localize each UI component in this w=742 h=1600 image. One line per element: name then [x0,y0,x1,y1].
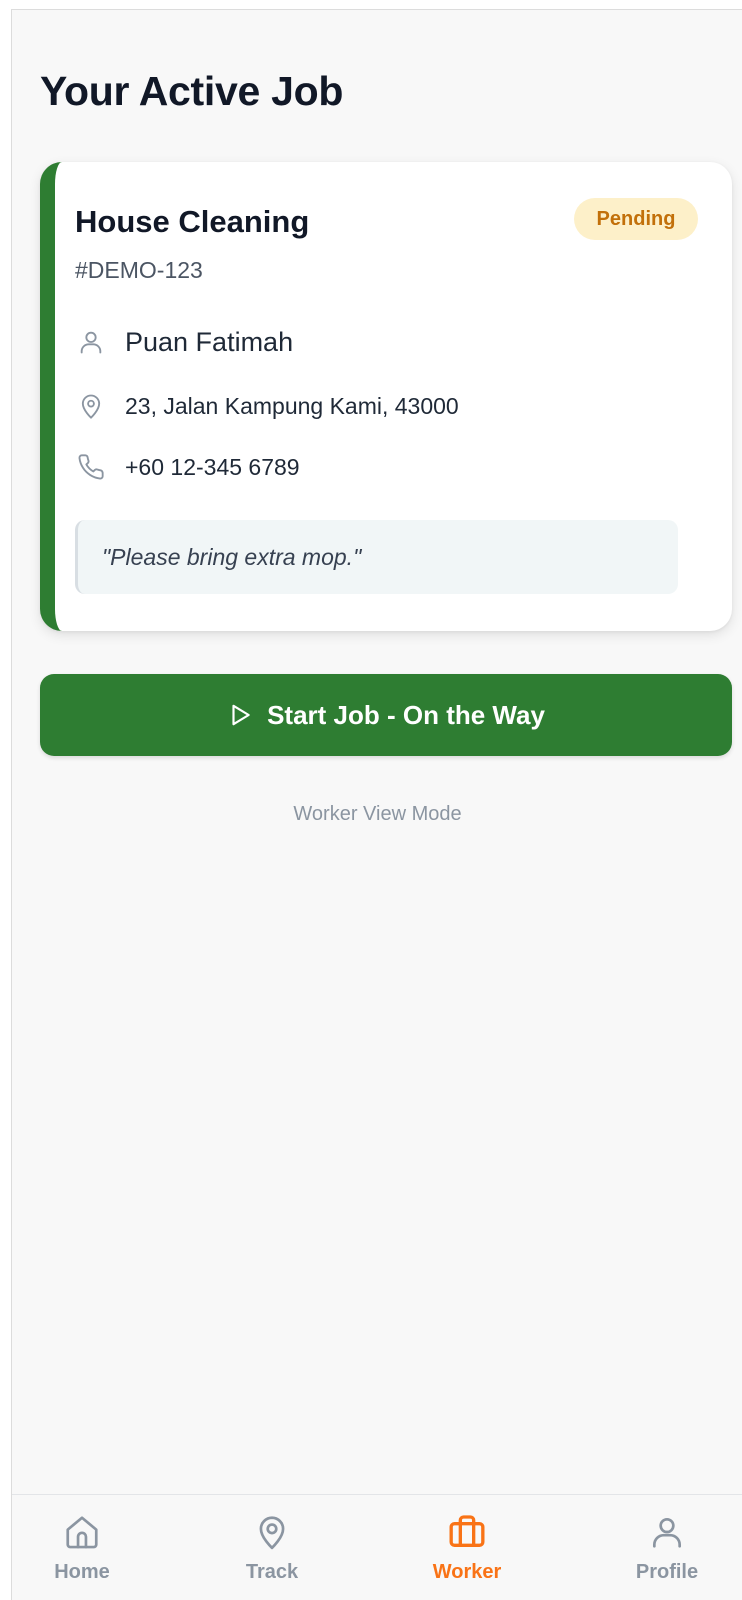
bottom-nav: Home Track Worker Profile [12,1494,742,1600]
phone-row[interactable]: +60 12-345 6789 [75,451,300,483]
user-icon [648,1511,686,1553]
nav-item-worker[interactable]: Worker [417,1495,517,1600]
job-id: #DEMO-123 [75,257,203,283]
nav-label-home: Home [54,1561,110,1583]
job-title: House Cleaning [75,204,310,239]
nav-label-track: Track [245,1561,299,1583]
phone-icon [75,451,107,483]
phone-number[interactable]: +60 12-345 6789 [125,454,300,481]
customer-note-text: "Please bring extra mop." [102,543,362,570]
nav-label-worker: Worker [432,1561,502,1583]
address-row: 23, Jalan Kampung Kami, 43000 [75,390,459,422]
nav-item-profile[interactable]: Profile [617,1495,717,1600]
app-screen: Your Active Job House Cleaning Pending #… [11,9,742,1600]
nav-item-home[interactable]: Home [32,1495,132,1600]
status-badge: Pending [574,198,698,240]
page-title: Your Active Job [40,68,344,114]
nav-item-track[interactable]: Track [222,1495,322,1600]
map-pin-icon [75,390,107,422]
customer-row: Puan Fatimah [75,326,293,358]
customer-note: "Please bring extra mop." [75,520,678,594]
briefcase-icon [447,1511,487,1553]
mode-caption: Worker View Mode [293,803,462,825]
address-text: 23, Jalan Kampung Kami, 43000 [125,392,459,419]
start-job-label: Start Job - On the Way [267,699,545,730]
nav-label-profile: Profile [635,1561,699,1583]
customer-name: Puan Fatimah [125,326,294,357]
start-job-button[interactable]: Start Job - On the Way [40,674,732,756]
active-job-card[interactable]: House Cleaning Pending #DEMO-123 Puan Fa… [40,162,732,631]
user-icon [75,326,107,358]
home-icon [63,1511,101,1553]
play-icon [227,702,253,728]
map-pin-icon [253,1511,291,1553]
